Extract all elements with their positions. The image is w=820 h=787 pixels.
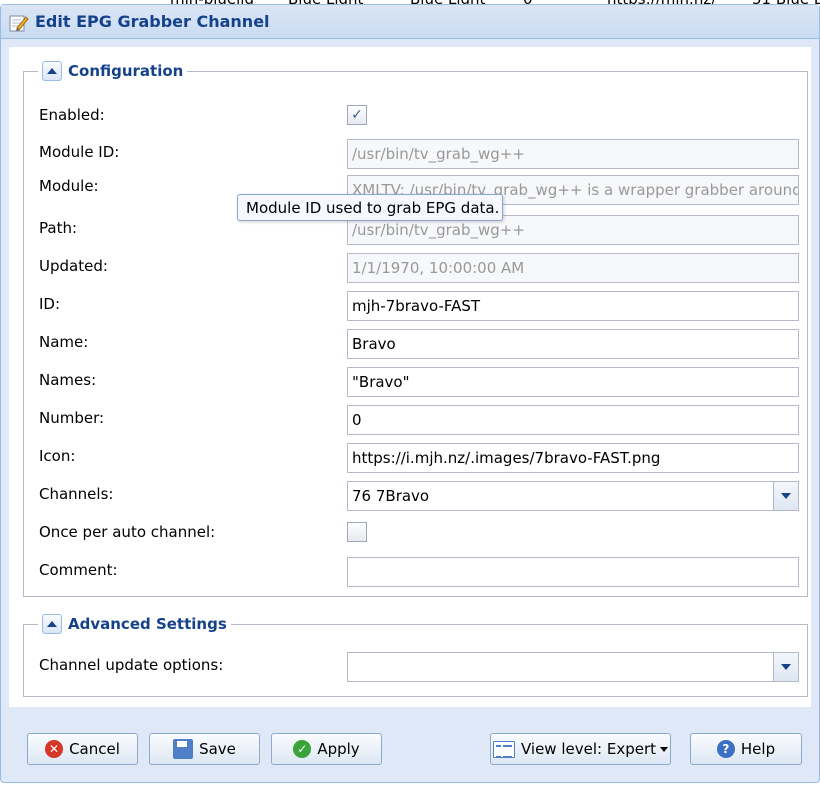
updated-field[interactable]: 1/1/1970, 10:00:00 AM (347, 253, 799, 283)
channel-update-dropdown-button[interactable] (773, 653, 798, 681)
field-once-per-auto: Once per auto channel: (24, 519, 807, 547)
help-icon: ? (716, 740, 735, 758)
module-id-label: Module ID: (39, 143, 120, 161)
enabled-label: Enabled: (39, 106, 105, 124)
save-button[interactable]: Save (149, 733, 260, 765)
collapse-up-icon (47, 68, 57, 74)
field-names: Names: "Bravo" (24, 367, 807, 397)
module-id-tooltip: Module ID used to grab EPG data. (237, 194, 503, 221)
dialog-title: Edit EPG Grabber Channel (35, 12, 270, 31)
enabled-checkbox[interactable]: ✓ (347, 105, 367, 125)
help-button[interactable]: ? Help (690, 733, 802, 765)
field-channels: Channels: 76 7Bravo (24, 481, 807, 511)
comment-input[interactable] (347, 557, 799, 587)
number-label: Number: (39, 409, 105, 427)
collapse-advanced-button[interactable] (42, 614, 62, 634)
id-label: ID: (39, 295, 61, 313)
configuration-fieldset: Configuration Enabled: ✓ Module ID: /usr… (23, 59, 808, 597)
checkmark-icon: ✓ (293, 740, 312, 758)
cancel-icon: ✕ (45, 740, 64, 758)
apply-button-label: Apply (317, 740, 360, 758)
field-icon: Icon: https://i.mjh.nz/.images/7bravo-FA… (24, 443, 807, 473)
field-enabled: Enabled: ✓ (24, 102, 807, 130)
view-level-button[interactable]: View level: Expert (490, 733, 671, 765)
field-id: ID: mjh-7bravo-FAST (24, 291, 807, 321)
channel-update-select[interactable] (347, 652, 799, 682)
save-disk-icon (173, 739, 194, 759)
number-input[interactable]: 0 (347, 405, 799, 435)
name-label: Name: (39, 333, 89, 351)
apply-button[interactable]: ✓ Apply (271, 733, 382, 765)
edit-pencil-icon (9, 13, 29, 33)
dialog-body: Configuration Enabled: ✓ Module ID: /usr… (9, 47, 811, 707)
field-channel-update: Channel update options: (24, 652, 807, 682)
configuration-legend: Configuration (38, 59, 188, 83)
dialog-button-bar: ✕ Cancel Save ✓ Apply View level: Expert… (1, 727, 819, 777)
module-label: Module: (39, 177, 99, 195)
once-per-auto-checkbox[interactable] (347, 522, 367, 542)
field-number: Number: 0 (24, 405, 807, 435)
channels-select-value: 76 7Bravo (352, 487, 430, 505)
field-comment: Comment: (24, 557, 807, 587)
channels-dropdown-button[interactable] (773, 482, 798, 510)
name-input[interactable]: Bravo (347, 329, 799, 359)
field-name: Name: Bravo (24, 329, 807, 359)
once-per-auto-label: Once per auto channel: (39, 523, 216, 541)
edit-channel-dialog: Edit EPG Grabber Channel Configuration E… (0, 4, 820, 783)
module-id-field[interactable]: /usr/bin/tv_grab_wg++ (347, 139, 799, 169)
updated-label: Updated: (39, 257, 108, 275)
advanced-settings-legend: Advanced Settings (38, 612, 231, 636)
dropdown-arrow-icon (660, 746, 668, 752)
field-module-id: Module ID: /usr/bin/tv_grab_wg++ (24, 139, 807, 169)
view-list-icon (492, 740, 515, 758)
collapse-up-icon (47, 621, 57, 627)
configuration-legend-label: Configuration (68, 62, 184, 80)
channels-select[interactable]: 76 7Bravo (347, 481, 799, 511)
advanced-settings-legend-label: Advanced Settings (68, 615, 227, 633)
comment-label: Comment: (39, 561, 118, 579)
dialog-titlebar[interactable]: Edit EPG Grabber Channel (1, 5, 819, 39)
collapse-configuration-button[interactable] (42, 61, 62, 81)
icon-label: Icon: (39, 447, 76, 465)
icon-url-input[interactable]: https://i.mjh.nz/.images/7bravo-FAST.png (347, 443, 799, 473)
chevron-down-icon (781, 493, 791, 499)
cancel-button[interactable]: ✕ Cancel (27, 733, 138, 765)
field-updated: Updated: 1/1/1970, 10:00:00 AM (24, 253, 807, 283)
id-input[interactable]: mjh-7bravo-FAST (347, 291, 799, 321)
names-label: Names: (39, 371, 97, 389)
chevron-down-icon (781, 664, 791, 670)
advanced-settings-fieldset: Advanced Settings Channel update options… (23, 612, 808, 697)
channels-label: Channels: (39, 485, 114, 503)
view-level-button-label: View level: Expert (520, 740, 656, 758)
save-button-label: Save (199, 740, 236, 758)
cancel-button-label: Cancel (69, 740, 120, 758)
names-input[interactable]: "Bravo" (347, 367, 799, 397)
path-label: Path: (39, 219, 78, 237)
channel-update-label: Channel update options: (39, 656, 224, 674)
help-button-label: Help (740, 740, 776, 758)
